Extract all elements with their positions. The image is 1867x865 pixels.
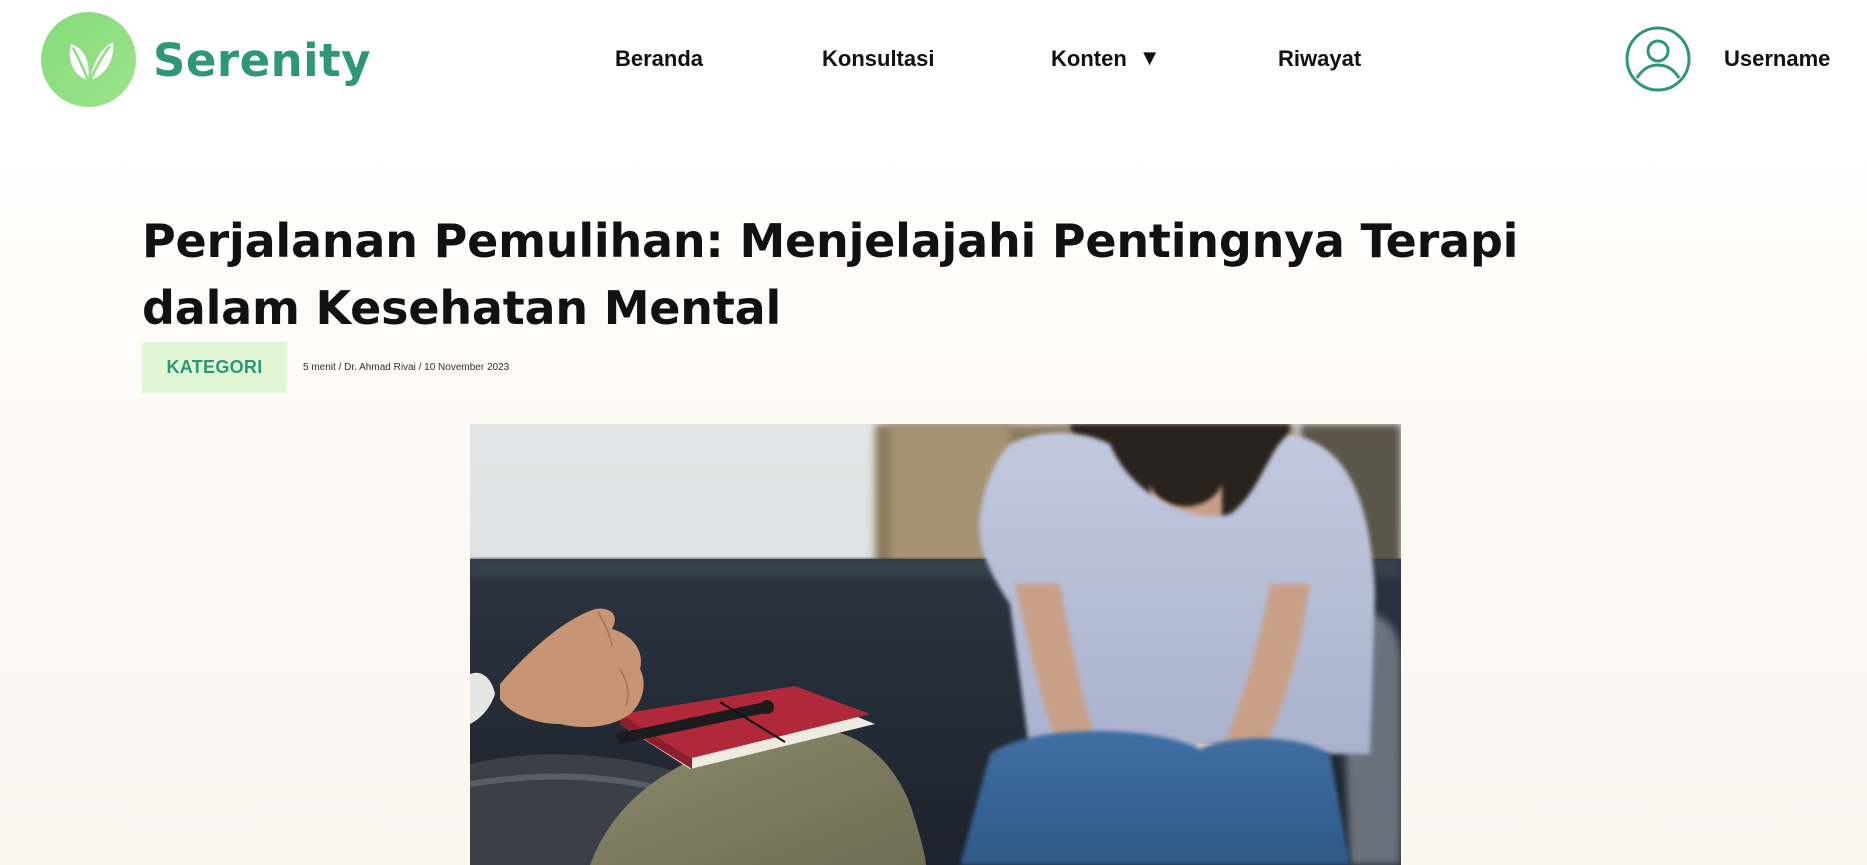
category-badge[interactable]: KATEGORI: [142, 342, 287, 393]
therapy-session-illustration: [470, 424, 1401, 865]
nav-item-konsultasi[interactable]: Konsultasi: [822, 46, 934, 72]
article-hero-image: [470, 424, 1401, 865]
nav-item-riwayat[interactable]: Riwayat: [1278, 46, 1361, 72]
caret-down-icon[interactable]: ▼: [1139, 47, 1161, 69]
article-meta-info: 5 menit / Dr. Ahmad Rivai / 10 November …: [303, 362, 510, 373]
article-title: Perjalanan Pemulihan: Menjelajahi Pentin…: [142, 214, 1519, 335]
nav-item-beranda[interactable]: Beranda: [615, 46, 703, 72]
nav-item-label: Riwayat: [1278, 46, 1362, 71]
nav-item-konten[interactable]: Konten ▼: [1051, 46, 1161, 72]
nav-item-label: Konten: [1051, 46, 1127, 71]
article-meta: KATEGORI 5 menit / Dr. Ahmad Rivai / 10 …: [142, 342, 509, 393]
nav-item-label: Konsultasi: [822, 46, 935, 71]
username-label: Username: [1724, 46, 1831, 71]
nav-item-label: Beranda: [615, 46, 704, 71]
site-header: Serenity Beranda Konsultasi Konten ▼ Riw…: [0, 0, 1867, 120]
user-circle-icon[interactable]: [1625, 26, 1691, 92]
user-profile-menu[interactable]: Username: [1625, 26, 1830, 92]
main-nav: Beranda Konsultasi Konten ▼ Riwayat: [0, 46, 1867, 76]
